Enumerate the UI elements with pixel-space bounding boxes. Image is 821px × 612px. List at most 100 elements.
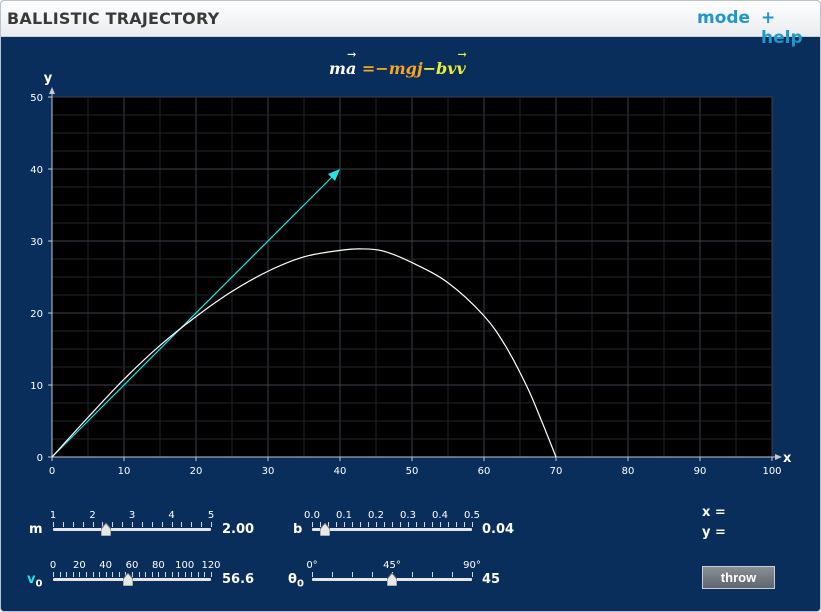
slider-minor-tick xyxy=(201,522,203,527)
slider-track[interactable] xyxy=(53,528,211,531)
x-tick-label: 100 xyxy=(762,466,781,477)
slider-minor-tick xyxy=(99,572,101,577)
slider-minor-tick xyxy=(53,522,54,527)
slider-minor-tick xyxy=(204,572,206,577)
x-tick-label: 50 xyxy=(406,466,419,477)
y-tick-label: 10 xyxy=(30,381,43,392)
y-readout: y = xyxy=(702,525,726,540)
slider-minor-tick xyxy=(191,522,193,527)
x-readout: x = xyxy=(702,505,726,520)
slider-minor-tick xyxy=(181,522,183,527)
y-axis-label: y xyxy=(44,71,53,86)
slider-minor-tick xyxy=(151,522,153,527)
m-value: 2.00 xyxy=(222,522,255,537)
slider-minor-tick xyxy=(178,572,180,577)
slider-minor-tick xyxy=(92,572,94,577)
slider-tick-label: 0.2 xyxy=(368,510,384,521)
slider-minor-tick xyxy=(191,572,193,577)
v0-label: v0 xyxy=(27,572,42,590)
x-tick-label: 30 xyxy=(262,466,275,477)
x-axis-arrow-icon xyxy=(775,454,782,460)
slider-minor-tick xyxy=(62,522,64,527)
slider-minor-tick xyxy=(312,572,313,577)
slider-minor-tick xyxy=(184,572,186,577)
slider-minor-tick xyxy=(412,572,413,577)
slider-minor-tick xyxy=(122,522,124,527)
v0-subscript: 0 xyxy=(35,578,43,590)
app-title: BALLISTIC TRAJECTORY xyxy=(7,9,220,28)
slider-minor-tick xyxy=(336,522,337,527)
slider-minor-tick xyxy=(360,522,361,527)
slider-minor-tick xyxy=(161,522,163,527)
slider-minor-tick xyxy=(344,522,345,527)
slider-tick-label: 1 xyxy=(49,510,57,521)
throw-button[interactable]: throw xyxy=(702,566,775,589)
slider-minor-tick xyxy=(53,572,54,577)
slider-tick-label: 90° xyxy=(463,560,481,571)
slider-minor-tick xyxy=(112,572,114,577)
slider-minor-tick xyxy=(400,522,401,527)
slider-tick-label: 0° xyxy=(306,560,318,571)
slider-tick-label: 5 xyxy=(207,510,215,521)
slider-minor-tick xyxy=(211,522,212,527)
slider-minor-tick xyxy=(151,572,153,577)
slider-minor-tick xyxy=(372,572,373,577)
slider-minor-tick xyxy=(85,572,87,577)
slider-minor-tick xyxy=(112,522,114,527)
slider-tick-label: 120 xyxy=(201,560,221,571)
x-tick-label: 70 xyxy=(550,466,563,477)
slider-minor-tick xyxy=(211,572,212,577)
y-axis-arrow-icon xyxy=(49,87,55,94)
theta0-symbol: θ xyxy=(288,572,297,587)
slider-minor-tick xyxy=(72,572,74,577)
slider-minor-tick xyxy=(424,522,425,527)
slider-minor-tick xyxy=(472,522,473,527)
y-tick-label: 0 xyxy=(37,453,43,464)
slider-track[interactable] xyxy=(312,528,472,531)
slider-minor-tick xyxy=(164,572,166,577)
trajectory-plot[interactable]: 0 10 20 30 40 50 60 70 80 90 100 0 10 20 30 40 50 x y xyxy=(1,37,820,477)
slider-minor-tick xyxy=(432,572,433,577)
x-tick-label: 60 xyxy=(478,466,491,477)
slider-minor-tick xyxy=(392,522,393,527)
slider-minor-tick xyxy=(66,572,68,577)
v0-value: 56.6 xyxy=(222,572,255,587)
slider-minor-tick xyxy=(376,522,377,527)
m-label: m xyxy=(29,522,43,537)
slider-tick-label: 2 xyxy=(89,510,96,521)
b-label: b xyxy=(293,522,303,537)
y-tick-label: 20 xyxy=(30,309,43,320)
slider-minor-tick xyxy=(171,572,173,577)
slider-tick-label: 0.5 xyxy=(464,510,480,521)
slider-minor-tick xyxy=(79,572,81,577)
x-tick-label: 20 xyxy=(190,466,203,477)
slider-minor-tick xyxy=(472,572,473,577)
mode-link[interactable]: mode xyxy=(697,8,750,28)
x-tick-label: 80 xyxy=(622,466,635,477)
theta0-subscript: 0 xyxy=(296,578,304,590)
slider-tick-label: 0.4 xyxy=(432,510,448,521)
b-value: 0.04 xyxy=(482,522,515,537)
slider-tick-label: 3 xyxy=(128,510,136,521)
slider-minor-tick xyxy=(368,522,369,527)
x-tick-label: 0 xyxy=(49,466,55,477)
slider-minor-tick xyxy=(158,572,160,577)
slider-minor-tick xyxy=(452,572,453,577)
slider-minor-tick xyxy=(432,522,433,527)
slider-minor-tick xyxy=(82,522,84,527)
x-tick-label: 40 xyxy=(334,466,347,477)
y-tick-label: 40 xyxy=(30,165,43,176)
y-tick-label: 30 xyxy=(30,237,43,248)
slider-minor-tick xyxy=(312,522,313,527)
slider-minor-tick xyxy=(105,572,107,577)
slider-minor-tick xyxy=(416,522,417,527)
slider-minor-tick xyxy=(118,572,120,577)
slider-minor-tick xyxy=(352,572,353,577)
slider-tick-label: 45° xyxy=(383,560,401,571)
slider-minor-tick xyxy=(408,522,409,527)
slider-minor-tick xyxy=(197,572,199,577)
slider-minor-tick xyxy=(448,522,449,527)
slider-tick-label: 0.3 xyxy=(400,510,416,521)
slider-minor-tick xyxy=(456,522,457,527)
x-tick-label: 90 xyxy=(694,466,707,477)
